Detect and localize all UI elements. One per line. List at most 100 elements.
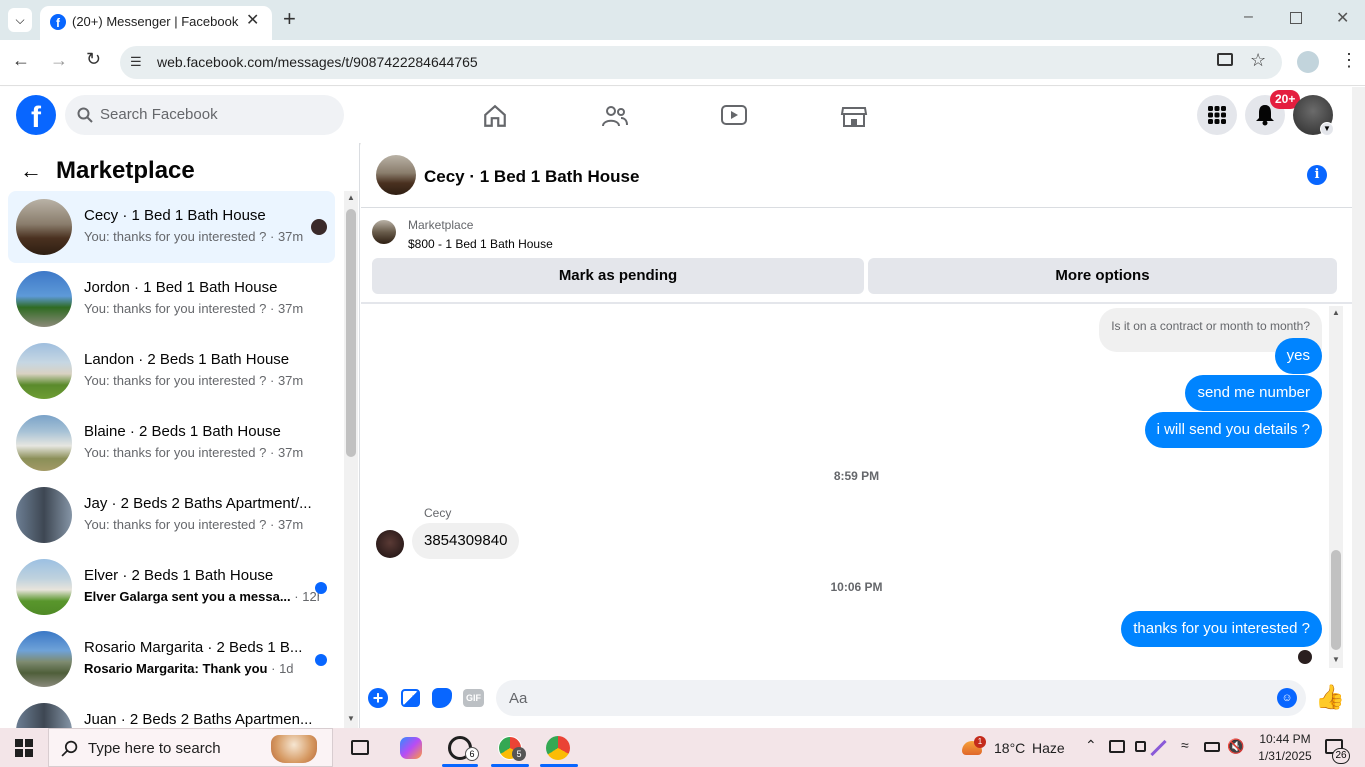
unread-dot <box>315 654 327 666</box>
conversation-item[interactable]: Jay · 2 Beds 2 Baths Apartment/... You: … <box>8 479 335 551</box>
outgoing-message[interactable]: thanks for you interested ? <box>1121 611 1322 647</box>
forward-icon[interactable]: → <box>50 50 68 71</box>
gif-icon[interactable]: GIF <box>463 689 484 707</box>
conversation-title: Jay · 2 Beds 2 Baths Apartment/... <box>84 495 312 512</box>
conversation-item[interactable]: Elver · 2 Beds 1 Bath House Elver Galarg… <box>8 551 335 623</box>
panel-heading: Marketplace <box>56 157 195 184</box>
taskbar-search-placeholder: Type here to search <box>88 740 221 757</box>
seen-receipt-avatar <box>1298 650 1312 664</box>
conversation-title: Elver · 2 Beds 1 Bath House <box>84 567 274 584</box>
scrollbar-down-icon[interactable]: ▼ <box>347 714 355 723</box>
tab-list-button[interactable]: ⌵ <box>8 8 32 32</box>
conversation-panel: ← Marketplace Cecy · 1 Bed 1 Bath House … <box>0 143 360 728</box>
close-window-button[interactable]: ✕ <box>1336 8 1349 28</box>
tray-camera-icon[interactable] <box>1135 741 1146 752</box>
conversation-item[interactable]: Rosario Margarita · 2 Beds 1 B... Rosari… <box>8 623 335 695</box>
conversation-title: Blaine · 2 Beds 1 Bath House <box>84 423 281 440</box>
browser-tab-bar: ⌵ f (20+) Messenger | Facebook ✕ + – ✕ <box>0 0 1365 40</box>
profile-icon[interactable] <box>1297 51 1319 73</box>
facebook-logo-icon[interactable]: f <box>16 95 56 135</box>
conversation-item[interactable]: Blaine · 2 Beds 1 Bath House You: thanks… <box>8 407 335 479</box>
watch-icon[interactable] <box>720 103 748 129</box>
scrollbar-up-icon[interactable]: ▲ <box>347 193 355 202</box>
listing-thumbnail <box>16 199 72 255</box>
browser-menu-icon[interactable]: ⋮ <box>1340 50 1358 71</box>
listing-thumbnail <box>16 271 72 327</box>
back-icon[interactable]: ← <box>12 50 30 71</box>
minimize-button[interactable]: – <box>1244 8 1253 26</box>
restore-button[interactable] <box>1290 12 1302 24</box>
search-placeholder: Search Facebook <box>100 106 218 123</box>
info-icon[interactable]: i <box>1307 165 1327 185</box>
back-arrow-icon[interactable]: ← <box>20 158 42 184</box>
incoming-message[interactable]: 3854309840 <box>412 523 520 559</box>
reload-icon[interactable]: ↻ <box>86 49 101 70</box>
page-scrollbar[interactable] <box>1352 87 1365 728</box>
home-icon[interactable] <box>482 103 508 129</box>
pen-icon[interactable] <box>1150 739 1167 757</box>
marketplace-icon[interactable] <box>840 103 868 129</box>
new-tab-button[interactable]: + <box>283 6 296 32</box>
outgoing-message[interactable]: i will send you details ? <box>1144 412 1322 448</box>
taskbar-search-box[interactable]: Type here to search <box>48 728 333 767</box>
browser-tab[interactable]: f (20+) Messenger | Facebook ✕ <box>40 6 272 40</box>
grid-icon <box>1208 106 1226 124</box>
sticker-icon[interactable] <box>432 688 452 708</box>
attach-photo-icon[interactable] <box>401 689 420 707</box>
weather-temp[interactable]: 18°C <box>994 740 1025 756</box>
close-tab-icon[interactable]: ✕ <box>246 10 259 30</box>
show-hidden-icons-icon[interactable]: ⌃ <box>1085 737 1097 754</box>
conversation-item[interactable]: Landon · 2 Beds 1 Bath House You: thanks… <box>8 335 335 407</box>
scrollbar-up-icon[interactable]: ▲ <box>1332 308 1340 317</box>
outgoing-message[interactable]: send me number <box>1185 375 1322 411</box>
install-app-icon[interactable] <box>1217 53 1233 66</box>
message-input[interactable]: Aa ☺ <box>496 680 1306 716</box>
chat-scrollbar[interactable]: ▲ ▼ <box>1329 306 1343 668</box>
account-chevron-icon[interactable]: ▼ <box>1320 122 1334 136</box>
conversation-title: Landon · 2 Beds 1 Bath House <box>84 351 290 368</box>
conversation-preview: Rosario Margarita: Thank you · 1d <box>84 661 294 676</box>
emoji-icon[interactable]: ☺ <box>1277 688 1297 708</box>
read-receipt-avatar <box>311 219 327 235</box>
conversation-item[interactable]: Cecy · 1 Bed 1 Bath House You: thanks fo… <box>8 191 335 263</box>
chat-header-avatar[interactable] <box>376 155 416 195</box>
url-text[interactable]: web.facebook.com/messages/t/908742228464… <box>157 54 478 70</box>
panel-scrollbar[interactable]: ▲ ▼ <box>344 191 358 728</box>
listing-thumbnail <box>16 703 72 728</box>
volume-icon[interactable]: 🔇 <box>1227 738 1244 755</box>
scrollbar-thumb[interactable] <box>1331 550 1341 650</box>
facebook-search[interactable]: Search Facebook <box>65 95 344 135</box>
site-info-icon[interactable]: ☰ <box>130 54 142 70</box>
tray-app-icon[interactable] <box>1109 740 1125 753</box>
chrome-profile-icon[interactable] <box>546 736 570 760</box>
windows-start-icon[interactable] <box>15 739 33 757</box>
sender-avatar[interactable] <box>376 530 404 558</box>
bookmark-star-icon[interactable]: ☆ <box>1250 50 1266 71</box>
menu-grid-button[interactable] <box>1197 95 1237 135</box>
add-actions-icon[interactable]: + <box>368 688 388 708</box>
like-icon[interactable]: 👍 <box>1315 683 1345 712</box>
conversation-item[interactable]: Jordon · 1 Bed 1 Bath House You: thanks … <box>8 263 335 335</box>
clock-date[interactable]: 1/31/2025 <box>1255 749 1315 763</box>
copilot-icon[interactable] <box>400 737 422 759</box>
listing-thumbnail <box>16 343 72 399</box>
scrollbar-down-icon[interactable]: ▼ <box>1332 655 1340 664</box>
listing-detail[interactable]: $800 - 1 Bed 1 Bath House <box>408 237 553 251</box>
mark-as-pending-button[interactable]: Mark as pending <box>372 258 864 294</box>
friends-icon[interactable] <box>601 103 629 129</box>
facebook-header: f Search Facebook 20+ ▼ <box>0 87 1352 143</box>
conversation-item[interactable]: Juan · 2 Beds 2 Baths Apartmen... <box>8 695 335 728</box>
more-options-button[interactable]: More options <box>868 258 1337 294</box>
scrollbar-thumb[interactable] <box>346 209 356 457</box>
timestamp: 10:06 PM <box>830 580 883 594</box>
clock-time[interactable]: 10:44 PM <box>1257 732 1313 746</box>
chat-title[interactable]: Cecy · 1 Bed 1 Bath House <box>424 167 639 187</box>
url-bar[interactable]: ☰ web.facebook.com/messages/t/9087422284… <box>120 46 1282 79</box>
weather-desc[interactable]: Haze <box>1032 740 1065 756</box>
wifi-icon[interactable]: ≈ <box>1181 737 1189 753</box>
battery-icon[interactable] <box>1204 742 1220 752</box>
task-view-icon[interactable] <box>351 740 369 755</box>
conversation-title: Juan · 2 Beds 2 Baths Apartmen... <box>84 711 313 728</box>
outgoing-message[interactable]: yes <box>1274 338 1322 374</box>
whatsapp-badge: 6 <box>465 747 479 761</box>
